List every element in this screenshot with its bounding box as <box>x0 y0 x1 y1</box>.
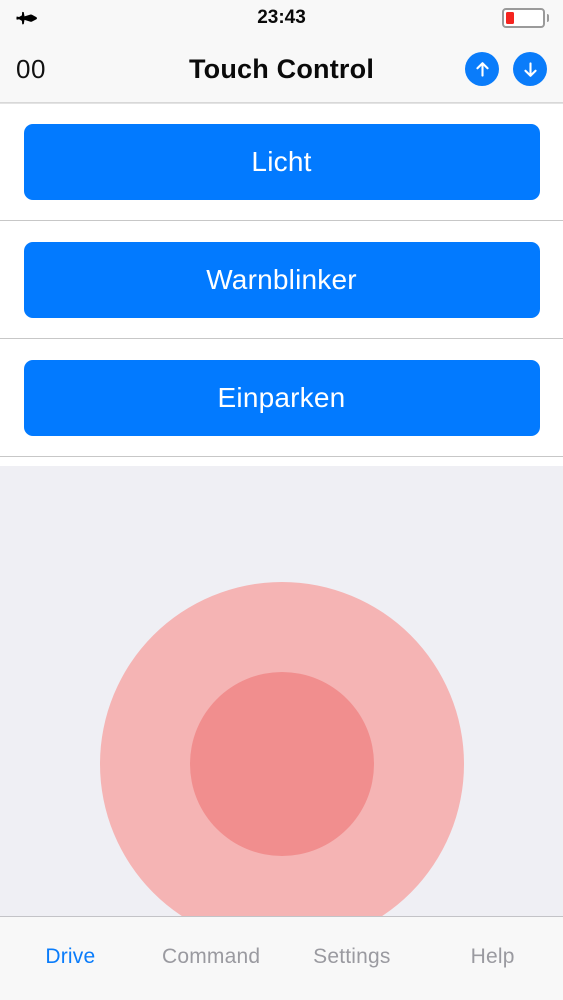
airplane-mode-icon <box>14 5 40 31</box>
status-bar: 23:43 <box>0 0 563 36</box>
battery-cap <box>546 14 550 22</box>
action-list: Licht Warnblinker Einparken <box>0 103 563 457</box>
tab-help[interactable]: Help <box>422 945 563 969</box>
nav-bar-center: Touch Control <box>112 54 451 85</box>
list-item: Einparken <box>0 339 563 457</box>
touch-control-pad[interactable] <box>0 466 563 916</box>
licht-button[interactable]: Licht <box>23 124 540 200</box>
warnblinker-button[interactable]: Warnblinker <box>23 241 540 318</box>
navigation-bar: 00 Touch Control <box>0 36 563 103</box>
speed-counter: 00 <box>16 53 46 84</box>
tab-command[interactable]: Command <box>141 945 282 969</box>
page-title: Touch Control <box>188 53 375 84</box>
nav-bar-right <box>451 52 547 86</box>
tab-bar: Drive Command Settings Help <box>0 916 563 1000</box>
einparken-button[interactable]: Einparken <box>23 359 540 436</box>
status-bar-center: 23:43 <box>257 7 306 29</box>
speed-up-button[interactable] <box>465 52 499 86</box>
tab-settings[interactable]: Settings <box>282 945 423 969</box>
status-bar-clock: 23:43 <box>257 7 306 28</box>
list-item: Licht <box>0 103 563 221</box>
battery-low-icon <box>502 7 550 29</box>
tab-drive[interactable]: Drive <box>0 945 141 969</box>
list-item: Warnblinker <box>0 221 563 339</box>
speed-down-button[interactable] <box>513 52 547 86</box>
arrow-up-icon <box>472 59 493 80</box>
battery-fill <box>506 12 514 24</box>
battery-body <box>502 8 546 28</box>
status-bar-right <box>306 7 550 29</box>
status-bar-left <box>14 5 257 31</box>
touch-inner-ring[interactable] <box>190 672 374 856</box>
arrow-down-icon <box>520 59 541 80</box>
nav-bar-left: 00 <box>16 54 112 85</box>
app-screen: 23:43 00 Touch Control Licht Warnblinker… <box>0 0 563 1000</box>
